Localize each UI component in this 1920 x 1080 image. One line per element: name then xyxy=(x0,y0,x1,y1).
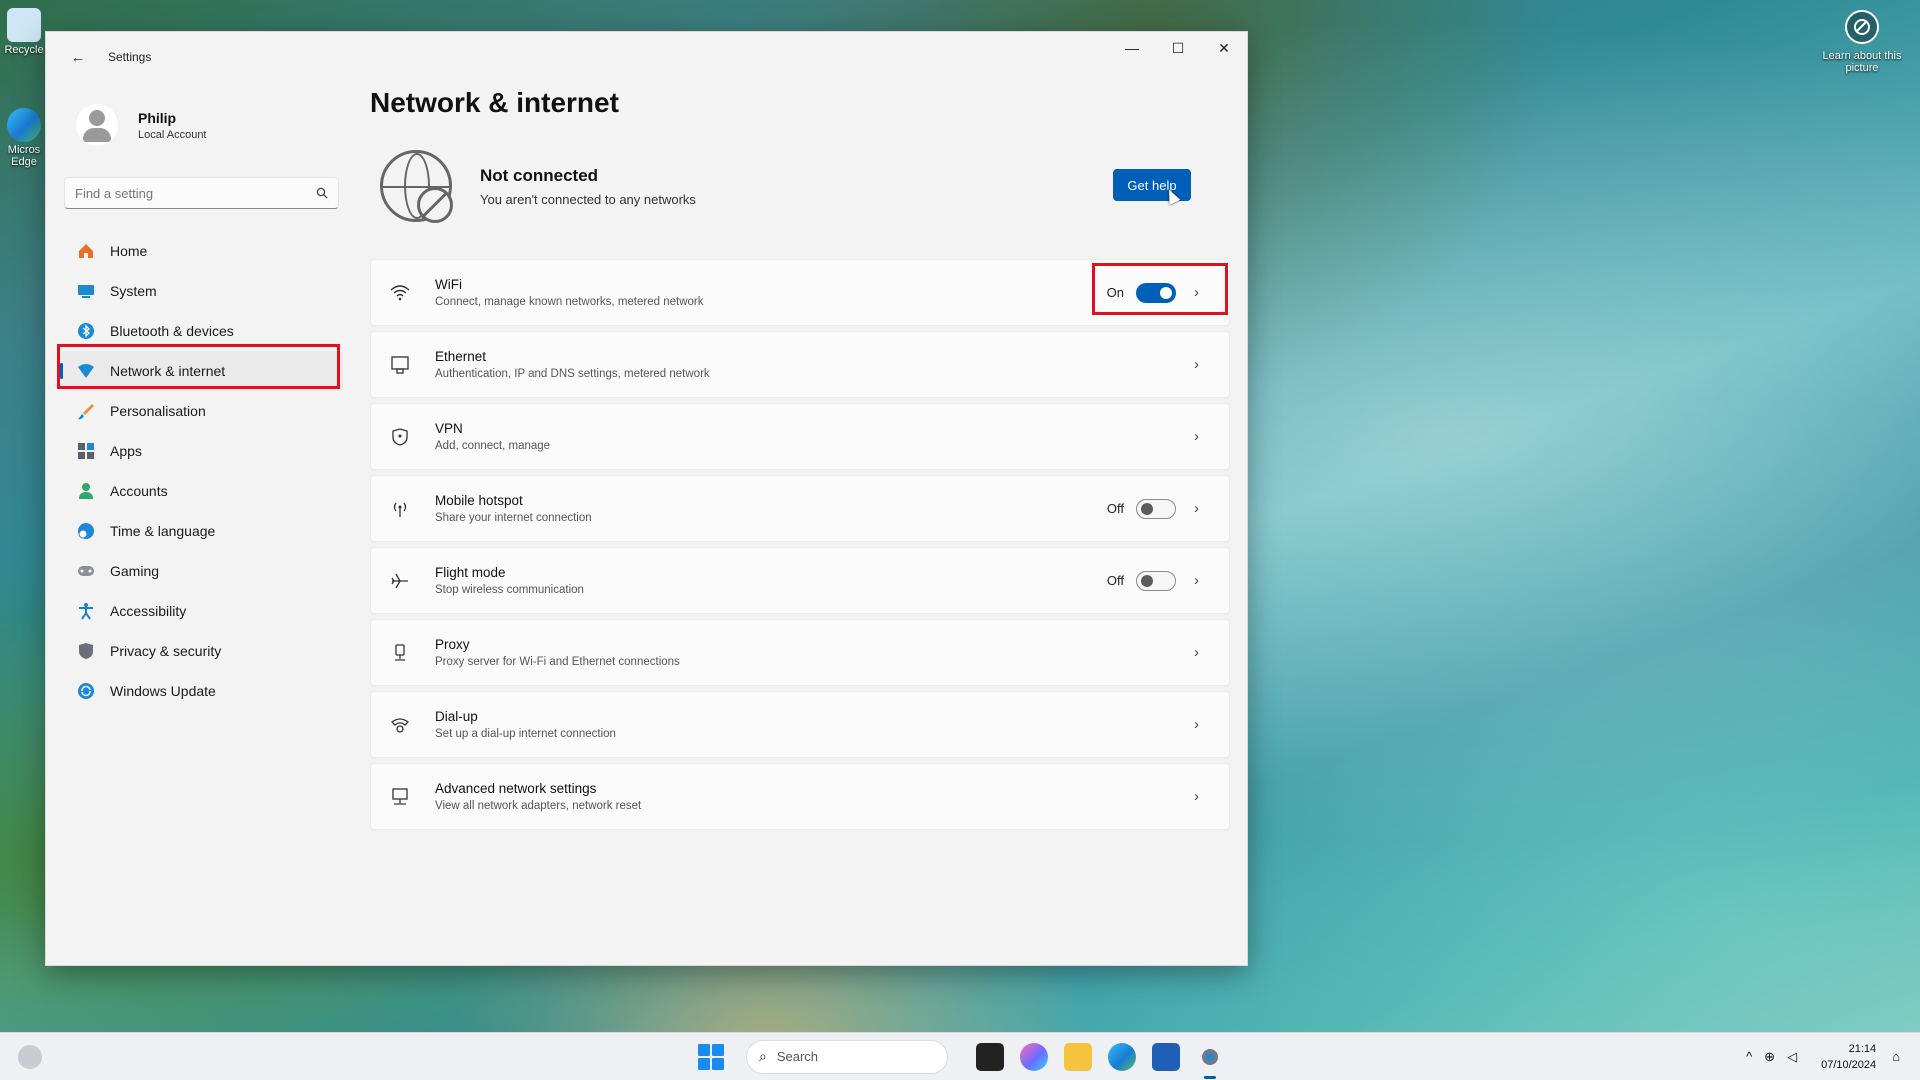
clock[interactable]: 21:14 07/10/2024 xyxy=(1821,1041,1876,1073)
ethernet-icon xyxy=(389,354,411,376)
chevron-right-icon: › xyxy=(1194,644,1199,661)
globe-not-connected-icon xyxy=(380,150,453,223)
hotspot-state-label: Off xyxy=(1106,501,1124,516)
sidebar-item-apps[interactable]: Apps xyxy=(60,431,343,471)
main-content: Network & internet Not connected You are… xyxy=(370,87,1230,835)
chevron-right-icon: › xyxy=(1194,500,1199,517)
settings-window: ← Settings — ☐ ✕ Philip Local Account Ho… xyxy=(45,31,1248,966)
speaker-icon[interactable]: ◁ xyxy=(1787,1049,1797,1065)
edge-icon[interactable] xyxy=(1108,1042,1136,1071)
sidebar-item-home[interactable]: Home xyxy=(60,231,343,271)
airplane-icon xyxy=(389,570,411,592)
sidebar-item-windows-update[interactable]: Windows Update xyxy=(60,671,343,711)
camera-icon xyxy=(1845,10,1879,44)
recycle-bin-icon xyxy=(7,8,41,42)
sidebar-item-system[interactable]: System xyxy=(60,271,343,311)
status-title: Not connected xyxy=(480,165,599,185)
chevron-right-icon: › xyxy=(1194,788,1199,805)
desktop-icon-recycle-bin[interactable]: Recycle xyxy=(0,8,48,56)
home-icon xyxy=(76,241,96,261)
sidebar-item-personalisation[interactable]: Personalisation xyxy=(60,391,343,431)
title-bar: ← Settings xyxy=(46,32,1247,82)
page-title: Network & internet xyxy=(370,87,619,118)
bluetooth-icon xyxy=(76,321,96,341)
profile-name: Philip xyxy=(138,109,177,126)
chevron-right-icon: › xyxy=(1194,716,1199,733)
back-arrow-icon[interactable]: ← xyxy=(64,43,92,71)
file-explorer-icon[interactable] xyxy=(1064,1042,1092,1071)
apps-icon xyxy=(76,441,96,461)
task-view-icon[interactable] xyxy=(976,1042,1004,1071)
globe-network-icon[interactable]: ⊕ xyxy=(1764,1049,1775,1065)
proxy-icon xyxy=(389,642,411,664)
desktop-icon-edge[interactable]: Micros Edge xyxy=(0,108,48,168)
row-ethernet[interactable]: Ethernet Authentication, IP and DNS setti… xyxy=(370,331,1230,398)
chevron-right-icon: › xyxy=(1194,428,1199,445)
search-input[interactable] xyxy=(75,185,275,201)
row-advanced-network[interactable]: Advanced network settings View all networ… xyxy=(370,763,1230,830)
sidebar-item-accessibility[interactable]: Accessibility xyxy=(60,591,343,631)
edge-icon xyxy=(7,108,41,142)
update-icon xyxy=(76,681,96,701)
profile-subtitle: Local Account xyxy=(138,128,207,141)
status-description: You aren't connected to any networks xyxy=(480,191,696,207)
account-icon xyxy=(76,481,96,501)
get-help-button[interactable]: Get help xyxy=(1113,169,1191,201)
monitor-icon xyxy=(76,281,96,301)
maximize-button[interactable]: ☐ xyxy=(1155,32,1201,64)
vpn-shield-icon xyxy=(389,426,411,448)
brush-icon xyxy=(76,401,96,421)
shield-icon xyxy=(76,641,96,661)
settings-gear-icon[interactable] xyxy=(1196,1043,1224,1079)
taskbar-search[interactable]: ⌕ Search xyxy=(746,1039,948,1074)
store-icon[interactable] xyxy=(1152,1042,1180,1071)
copilot-icon[interactable] xyxy=(1020,1042,1048,1071)
accessibility-icon xyxy=(76,601,96,621)
mobile-hotspot-toggle[interactable] xyxy=(1136,498,1176,519)
sidebar-item-gaming[interactable]: Gaming xyxy=(60,551,343,591)
system-tray: ^ ⊕ ◁ 21:14 07/10/2024 ⌂ xyxy=(1740,1041,1906,1073)
sidebar-item-privacy-security[interactable]: Privacy & security xyxy=(60,631,343,671)
learn-about-picture[interactable]: Learn about this picture xyxy=(1816,10,1908,74)
row-flight-mode[interactable]: Flight mode Stop wireless communication O… xyxy=(370,547,1230,614)
settings-search-box[interactable] xyxy=(64,177,339,209)
sidebar-item-time-language[interactable]: Time & language xyxy=(60,511,343,551)
gamepad-icon xyxy=(76,561,96,581)
search-icon xyxy=(316,187,328,199)
row-vpn[interactable]: VPN Add, connect, manage › xyxy=(370,403,1230,470)
avatar xyxy=(76,104,118,146)
settings-list: WiFi Connect, manage known networks, mete… xyxy=(370,259,1230,830)
highlight-network-nav xyxy=(57,344,340,389)
widgets-icon[interactable] xyxy=(18,1044,42,1069)
connection-status: Not connected You aren't connected to an… xyxy=(370,141,1230,231)
chevron-up-icon[interactable]: ^ xyxy=(1746,1049,1752,1064)
chevron-right-icon: › xyxy=(1194,356,1199,373)
flight-mode-state-label: Off xyxy=(1106,573,1124,588)
start-button[interactable] xyxy=(698,1043,724,1070)
search-icon: ⌕ xyxy=(759,1048,767,1064)
row-mobile-hotspot[interactable]: Mobile hotspot Share your internet connec… xyxy=(370,475,1230,542)
dialup-icon xyxy=(389,714,411,736)
nav-list: Home System Bluetooth & devices Network … xyxy=(56,231,346,711)
notification-bell-icon[interactable]: ⌂ xyxy=(1892,1049,1900,1064)
chevron-right-icon: › xyxy=(1194,572,1199,589)
minimize-button[interactable]: — xyxy=(1109,32,1155,64)
close-button[interactable]: ✕ xyxy=(1201,32,1247,64)
flight-mode-toggle[interactable] xyxy=(1136,570,1176,591)
globe-clock-icon xyxy=(76,521,96,541)
row-dial-up[interactable]: Dial-up Set up a dial-up internet connect… xyxy=(370,691,1230,758)
row-proxy[interactable]: Proxy Proxy server for Wi-Fi and Ethernet… xyxy=(370,619,1230,686)
app-title: Settings xyxy=(108,50,152,64)
sidebar-item-accounts[interactable]: Accounts xyxy=(60,471,343,511)
profile[interactable]: Philip Local Account xyxy=(56,90,346,160)
advanced-network-icon xyxy=(389,786,411,808)
highlight-wifi-toggle xyxy=(1092,263,1228,315)
wifi-icon xyxy=(389,282,411,304)
hotspot-icon xyxy=(389,498,411,520)
taskbar: ⌕ Search ^ ⊕ ◁ 21:14 07/10/2024 ⌂ xyxy=(0,1032,1920,1080)
sidebar: Philip Local Account Home System Bluetoo… xyxy=(56,90,346,711)
